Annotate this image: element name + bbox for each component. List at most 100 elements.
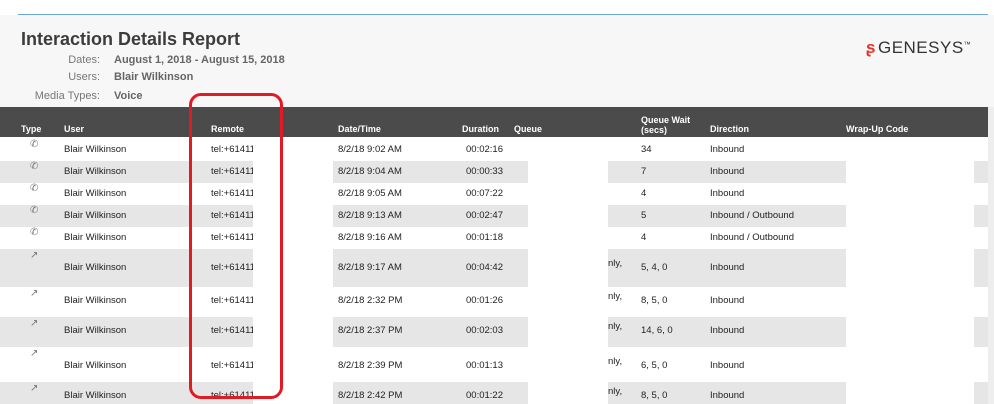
- redaction-block: [846, 205, 974, 227]
- row-direction: Inbound / Outbound: [710, 232, 794, 243]
- row-datetime: 8/2/18 9:02 AM: [338, 144, 402, 155]
- row-duration: 00:01:13: [466, 360, 503, 371]
- row-duration: 00:02:16: [466, 144, 503, 155]
- redaction-block: [846, 161, 974, 183]
- redaction-block: [846, 347, 974, 382]
- redaction-block: [846, 139, 974, 161]
- col-datetime: Date/Time: [338, 124, 381, 134]
- row-queue-wait: 5: [641, 210, 647, 221]
- phone-icon: ✆: [30, 227, 39, 238]
- redaction-block: [528, 205, 608, 227]
- row-duration: 00:02:47: [466, 210, 503, 221]
- row-datetime: 8/2/18 9:04 AM: [338, 166, 402, 177]
- row-queue-wait: 14, 6, 0: [641, 325, 673, 336]
- row-datetime: 8/2/18 9:16 AM: [338, 232, 402, 243]
- row-queue-wait: 34: [641, 144, 652, 155]
- redaction-block: [528, 227, 608, 249]
- phone-icon: ✆: [30, 139, 39, 150]
- row-user: Blair Wilkinson: [64, 188, 127, 199]
- col-queue-wait: Queue Wait (secs): [641, 115, 690, 135]
- transfer-call-icon: ↗: [30, 288, 39, 299]
- transfer-call-icon: ↗: [30, 348, 39, 359]
- row-queue: nly,: [608, 321, 623, 332]
- row-duration: 00:01:26: [466, 295, 503, 306]
- col-queue-wait-line2: (secs): [641, 125, 668, 135]
- col-queue: Queue: [514, 124, 543, 134]
- row-user: Blair Wilkinson: [64, 295, 127, 306]
- table-row: ↗ Blair Wilkinson tel:+61411 8/2/18 2:32 PM…: [0, 287, 990, 317]
- dates-value: August 1, 2018 - August 15, 2018: [114, 54, 285, 66]
- row-queue: nly,: [608, 386, 623, 397]
- row-queue-wait: 7: [641, 166, 647, 177]
- col-direction: Direction: [710, 124, 750, 134]
- row-direction: Inbound: [710, 188, 745, 199]
- col-wrapup: Wrap-Up Code: [846, 124, 909, 134]
- row-queue: nly,: [608, 356, 623, 367]
- table-header: Type User Remote Date/Time Duration Queu…: [0, 107, 990, 137]
- row-user: Blair Wilkinson: [64, 232, 127, 243]
- redaction-block: [846, 249, 974, 287]
- row-user: Blair Wilkinson: [64, 144, 127, 155]
- redaction-block: [846, 382, 974, 404]
- row-direction: Inbound: [710, 325, 745, 336]
- row-queue-wait: 8, 5, 0: [641, 295, 668, 306]
- redaction-block: [528, 249, 608, 287]
- redaction-block: [846, 287, 974, 317]
- transfer-call-icon: ↗: [30, 318, 39, 329]
- row-direction: Inbound: [710, 166, 745, 177]
- redaction-block: [846, 317, 974, 347]
- row-duration: 00:04:42: [466, 262, 503, 273]
- col-user: User: [64, 124, 85, 134]
- row-user: Blair Wilkinson: [64, 325, 127, 336]
- redaction-block: [528, 139, 608, 161]
- row-direction: Inbound: [710, 144, 745, 155]
- row-user: Blair Wilkinson: [64, 360, 127, 371]
- row-duration: 00:01:18: [466, 232, 503, 243]
- col-type: Type: [21, 124, 42, 134]
- row-user: Blair Wilkinson: [64, 210, 127, 221]
- brand-name: GENESYS: [877, 38, 964, 57]
- users-value: Blair Wilkinson: [114, 71, 194, 83]
- phone-icon: ✆: [30, 205, 39, 216]
- redaction-block: [528, 317, 608, 347]
- dates-label: Dates:: [68, 54, 100, 66]
- media-types-value: Voice: [114, 90, 143, 102]
- table-row: ↗ Blair Wilkinson tel:+61411 8/2/18 2:37 PM…: [0, 317, 990, 347]
- row-duration: 00:01:22: [466, 390, 503, 401]
- row-direction: Inbound: [710, 295, 745, 306]
- redaction-block: [528, 183, 608, 205]
- row-datetime: 8/2/18 9:13 AM: [338, 210, 402, 221]
- redaction-block: [846, 227, 974, 249]
- redaction-block: [528, 161, 608, 183]
- col-queue-wait-line1: Queue Wait: [641, 115, 691, 125]
- scrollbar[interactable]: [988, 107, 994, 404]
- row-queue-wait: 6, 5, 0: [641, 360, 668, 371]
- row-duration: 00:00:33: [466, 166, 503, 177]
- table-row: ↗ Blair Wilkinson tel:+61411 8/2/18 9:17 AM…: [0, 249, 990, 287]
- redaction-block: [846, 183, 974, 205]
- media-types-label: Media Types:: [34, 90, 100, 102]
- row-datetime: 8/2/18 9:17 AM: [338, 262, 402, 273]
- row-direction: Inbound / Outbound: [710, 210, 794, 221]
- row-queue: nly,: [608, 291, 623, 302]
- row-duration: 00:02:03: [466, 325, 503, 336]
- redaction-block: [528, 287, 608, 317]
- row-user: Blair Wilkinson: [64, 390, 127, 401]
- row-queue: nly,: [608, 258, 623, 269]
- remote-column-highlight: [189, 93, 283, 399]
- genesys-mark-icon: ʂ: [866, 38, 876, 57]
- row-datetime: 8/2/18 2:39 PM: [338, 360, 403, 371]
- phone-icon: ✆: [30, 183, 39, 194]
- row-datetime: 8/2/18 9:05 AM: [338, 188, 402, 199]
- transfer-call-icon: ↗: [30, 383, 39, 394]
- row-datetime: 8/2/18 2:32 PM: [338, 295, 403, 306]
- table-row: ✆ Blair Wilkinson tel:+61411 8/2/18 9:16 AM…: [0, 227, 990, 249]
- row-datetime: 8/2/18 2:37 PM: [338, 325, 403, 336]
- row-queue-wait: 4: [641, 232, 647, 243]
- redaction-block: [528, 382, 608, 404]
- row-direction: Inbound: [710, 262, 745, 273]
- table-row: ✆ Blair Wilkinson tel:+61411 8/2/18 9:02 AM…: [0, 139, 990, 161]
- row-datetime: 8/2/18 2:42 PM: [338, 390, 403, 401]
- users-label: Users:: [68, 71, 100, 83]
- row-queue-wait: 4: [641, 188, 647, 199]
